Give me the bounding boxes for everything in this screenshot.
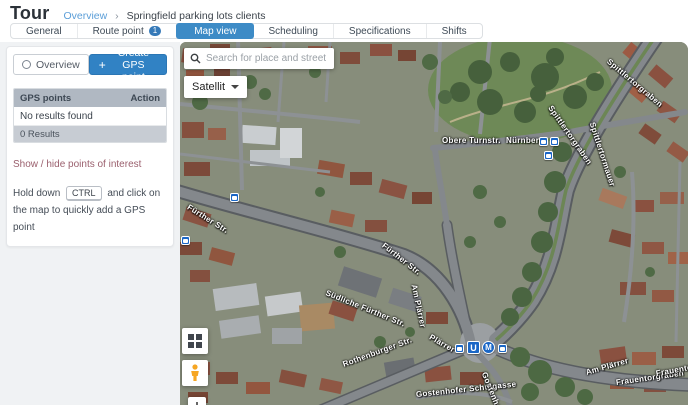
tab-general[interactable]: General [11, 24, 78, 38]
tab-route-point[interactable]: Route point 1 [78, 24, 178, 38]
zoom-control-partial[interactable] [188, 397, 206, 405]
tab-shifts-label: Shifts [441, 25, 467, 37]
transit-stop-icon[interactable] [550, 137, 559, 146]
tab-map-view[interactable]: Map view [176, 23, 255, 39]
map-tiles-button[interactable] [182, 328, 208, 354]
ctrl-click-hint: Hold down CTRL and click on the map to q… [13, 185, 167, 236]
breadcrumb-separator: › [115, 10, 119, 22]
tab-route-point-label: Route point [92, 25, 144, 37]
satellite-layer-label: Satellit [192, 81, 226, 93]
grid-icon [188, 334, 202, 348]
overview-button[interactable]: Overview [13, 54, 89, 75]
breadcrumb-link-overview[interactable]: Overview [63, 10, 107, 22]
tab-shifts[interactable]: Shifts [427, 24, 482, 38]
ctrl-key-badge: CTRL [66, 186, 102, 201]
tab-general-label: General [26, 25, 62, 37]
breadcrumb: Overview › Springfield parking lots clie… [63, 10, 265, 22]
map-search-box [184, 48, 334, 69]
tab-scheduling[interactable]: Scheduling [253, 24, 334, 38]
ubahn-station-icon[interactable]: U [467, 341, 480, 354]
transit-stop-icon[interactable] [230, 193, 239, 202]
satellite-layer-button[interactable]: Satellit [184, 76, 248, 98]
pegman-button[interactable] [182, 360, 208, 386]
column-header-action: Action [130, 92, 160, 104]
tab-specifications[interactable]: Specifications [334, 24, 427, 38]
transit-stop-icon[interactable] [498, 344, 507, 353]
transit-stop-icon[interactable] [539, 137, 548, 146]
map-label: Obere Turnstr. [442, 136, 501, 145]
satellite-imagery [180, 42, 688, 405]
tab-scheduling-label: Scheduling [268, 25, 318, 37]
show-hide-poi-link[interactable]: Show / hide points of interest [13, 159, 141, 170]
sidebar: Overview + Create GPS point GPS points A… [0, 42, 180, 405]
transit-stop-icon[interactable] [544, 151, 553, 160]
overview-button-label: Overview [36, 58, 80, 71]
create-gps-point-label: Create GPS point [117, 46, 150, 83]
metro-station-icon[interactable]: M [482, 341, 495, 354]
page-title: Tour [10, 3, 50, 23]
circle-icon [22, 60, 31, 69]
search-input[interactable] [206, 53, 328, 64]
gps-points-panel: Overview + Create GPS point GPS points A… [6, 46, 174, 247]
search-icon [190, 53, 201, 64]
app-window: Tour Overview › Springfield parking lots… [0, 0, 688, 405]
page-header: Tour Overview › Springfield parking lots… [0, 0, 688, 42]
route-point-count-badge: 1 [148, 26, 162, 36]
map-canvas[interactable]: Obere Turnstr. Nürnberg Fürther Str. Für… [180, 42, 688, 405]
column-header-gps-points: GPS points [20, 92, 72, 104]
tab-bar: General Route point 1 Map view Schedulin… [10, 23, 483, 39]
transit-stop-icon[interactable] [181, 236, 190, 245]
plus-icon: + [98, 57, 106, 72]
chevron-down-icon [231, 85, 240, 89]
transit-stop-icon[interactable] [455, 344, 464, 353]
empty-results-text: No results found [20, 110, 93, 122]
breadcrumb-current: Springfield parking lots clients [126, 10, 266, 22]
tab-map-view-label: Map view [194, 25, 237, 37]
results-count-row: 0 Results [14, 126, 166, 142]
pegman-icon [191, 364, 199, 381]
create-gps-point-button[interactable]: + Create GPS point [88, 47, 167, 83]
gps-points-table: GPS points Action No results found 0 Res… [13, 88, 167, 143]
tab-specifications-label: Specifications [348, 25, 411, 37]
empty-results-row: No results found [14, 107, 166, 126]
results-count-text: 0 Results [20, 128, 60, 140]
hint-prefix: Hold down [13, 188, 61, 199]
